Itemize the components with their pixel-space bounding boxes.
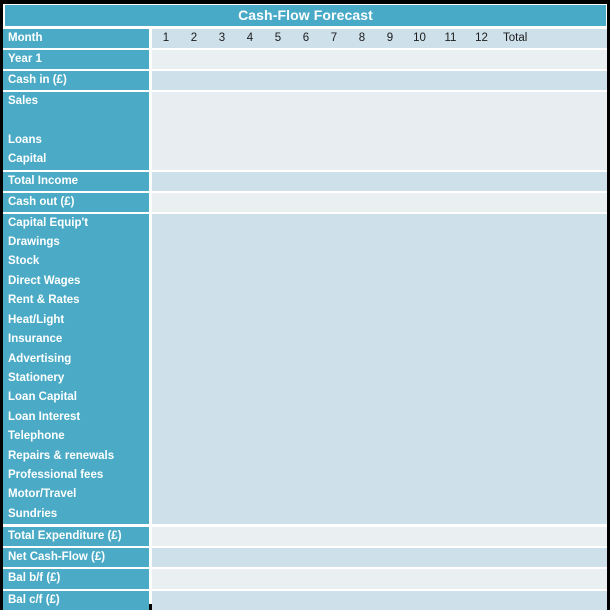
table-row-net-cash-flow[interactable]: Net Cash-Flow (£) <box>3 548 607 567</box>
row-label-motor-travel: Motor/Travel <box>3 485 149 505</box>
row-data-bal-bf[interactable] <box>152 569 607 589</box>
month-header-cells: 1 2 3 4 5 6 7 8 9 10 11 12 Total <box>152 29 607 48</box>
row-data-cash-in[interactable] <box>152 71 607 90</box>
table-row-bal-bf[interactable]: Bal b/f (£) <box>3 569 607 589</box>
row-label-stationery: Stationery <box>3 369 149 388</box>
month-header-5: 5 <box>274 32 282 44</box>
row-label-sundries: Sundries <box>3 505 149 524</box>
month-header-8: 8 <box>358 32 366 44</box>
row-data-bal-cf[interactable] <box>152 591 607 610</box>
row-label-drawings: Drawings <box>3 233 149 252</box>
month-header-12: 12 <box>475 32 488 44</box>
total-header: Total <box>503 32 528 44</box>
table-row-cash-out[interactable]: Cash out (£) <box>3 193 607 212</box>
month-header-3: 3 <box>218 32 226 44</box>
row-label-loan-interest: Loan Interest <box>3 408 149 427</box>
row-label-stock: Stock <box>3 252 149 272</box>
income-items-data-area[interactable] <box>152 92 607 170</box>
row-label-year-1: Year 1 <box>3 50 149 69</box>
row-label-loan-capital: Loan Capital <box>3 388 149 408</box>
expenditure-items-block[interactable]: Capital Equip't Drawings Stock Direct Wa… <box>3 214 607 524</box>
row-label-rent-and-rates: Rent & Rates <box>3 291 149 311</box>
row-label-cash-out: Cash out (£) <box>3 193 149 212</box>
month-header-4: 4 <box>246 32 254 44</box>
row-label-net-cash-flow: Net Cash-Flow (£) <box>3 548 149 567</box>
table-row-year-1[interactable]: Year 1 <box>3 50 607 69</box>
month-header-10: 10 <box>413 32 426 44</box>
header-row-month: Month 1 2 3 4 5 6 7 8 9 10 11 12 Total <box>3 29 607 48</box>
month-header-9: 9 <box>386 32 394 44</box>
income-labels-column: Sales Loans Capital <box>3 92 149 170</box>
row-label-bal-cf: Bal c/f (£) <box>3 591 149 610</box>
table-row-total-expenditure[interactable]: Total Expenditure (£) <box>3 527 607 546</box>
row-data-total-income[interactable] <box>152 172 607 191</box>
row-label-capital: Capital <box>3 150 149 170</box>
row-label-blank <box>3 112 149 131</box>
table-row-cash-in[interactable]: Cash in (£) <box>3 71 607 90</box>
month-header-7: 7 <box>330 32 338 44</box>
row-data-cash-out[interactable] <box>152 193 607 212</box>
row-label-total-expenditure: Total Expenditure (£) <box>3 527 149 546</box>
month-header-11: 11 <box>444 32 457 44</box>
expenditure-items-data-area[interactable] <box>152 214 607 524</box>
row-data-year-1[interactable] <box>152 50 607 69</box>
row-label-bal-bf: Bal b/f (£) <box>3 569 149 589</box>
row-label-heat-light: Heat/Light <box>3 311 149 330</box>
income-items-block[interactable]: Sales Loans Capital <box>3 92 607 170</box>
cash-flow-forecast-sheet: Cash-Flow Forecast Month 1 2 3 4 5 6 7 8… <box>0 0 610 610</box>
month-header-6: 6 <box>302 32 310 44</box>
row-label-cash-in: Cash in (£) <box>3 71 149 90</box>
row-label-loans: Loans <box>3 131 149 150</box>
sheet-title: Cash-Flow Forecast <box>5 5 606 26</box>
row-label-repairs-renewals: Repairs & renewals <box>3 447 149 466</box>
expenditure-labels-column: Capital Equip't Drawings Stock Direct Wa… <box>3 214 149 524</box>
table-row-bal-cf[interactable]: Bal c/f (£) <box>3 591 607 610</box>
row-label-advertising: Advertising <box>3 350 149 369</box>
row-label-professional-fees: Professional fees <box>3 466 149 485</box>
month-header-2: 2 <box>190 32 198 44</box>
row-label-sales: Sales <box>3 92 149 112</box>
row-label-capital-equipment: Capital Equip't <box>3 214 149 233</box>
month-header-1: 1 <box>162 32 170 44</box>
row-data-total-expenditure[interactable] <box>152 527 607 546</box>
row-label-insurance: Insurance <box>3 330 149 350</box>
row-label-telephone: Telephone <box>3 427 149 447</box>
row-label-month: Month <box>3 29 149 48</box>
table-row-total-income[interactable]: Total Income <box>3 172 607 191</box>
row-label-total-income: Total Income <box>3 172 149 191</box>
row-label-direct-wages: Direct Wages <box>3 272 149 291</box>
title-bar-row: Cash-Flow Forecast <box>3 5 607 26</box>
row-data-net-cash-flow[interactable] <box>152 548 607 567</box>
